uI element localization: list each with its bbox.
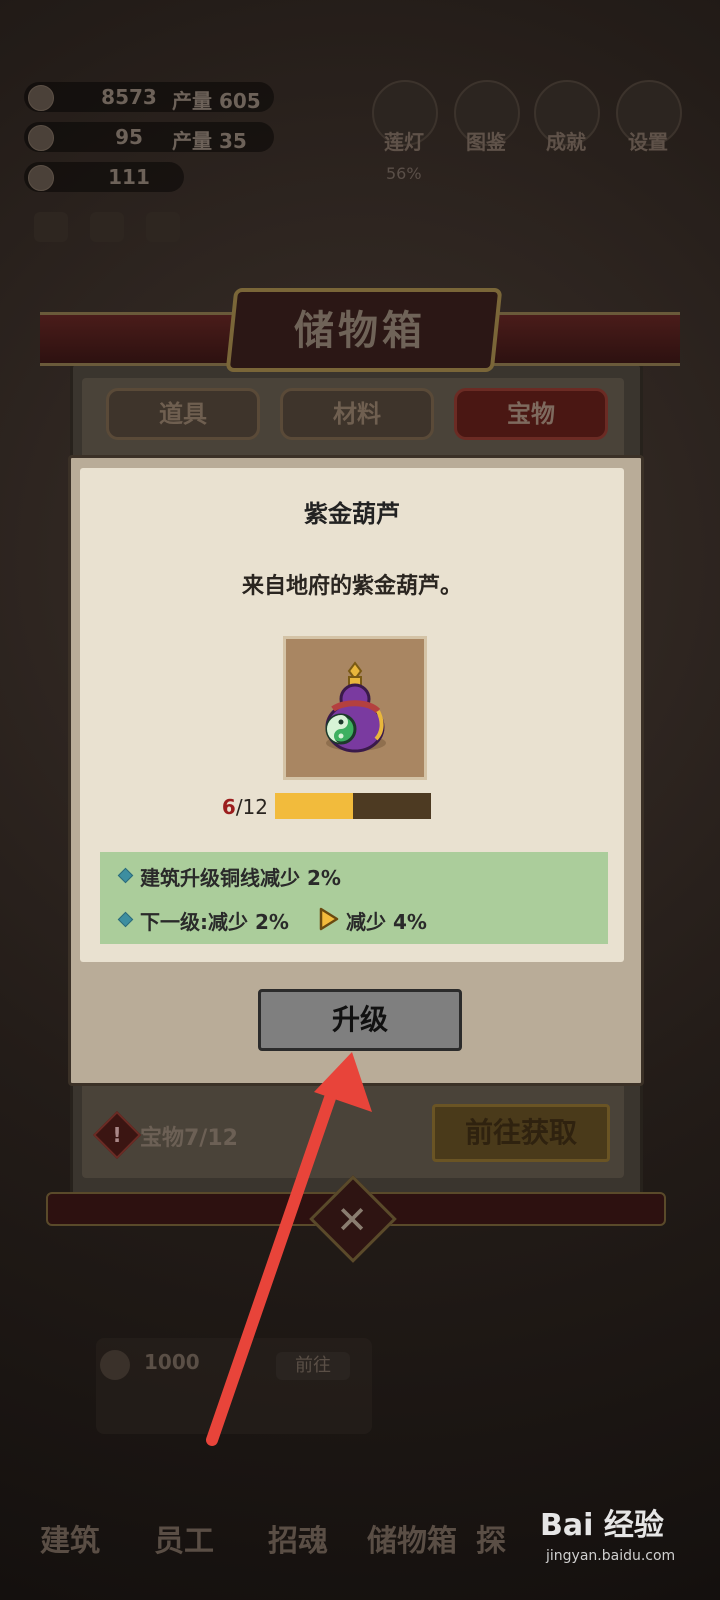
watermark-brand: Bai 经验 bbox=[540, 1508, 664, 1543]
watermark-url: jingyan.baidu.com bbox=[546, 1548, 676, 1564]
annotation-arrow bbox=[206, 1052, 372, 1446]
